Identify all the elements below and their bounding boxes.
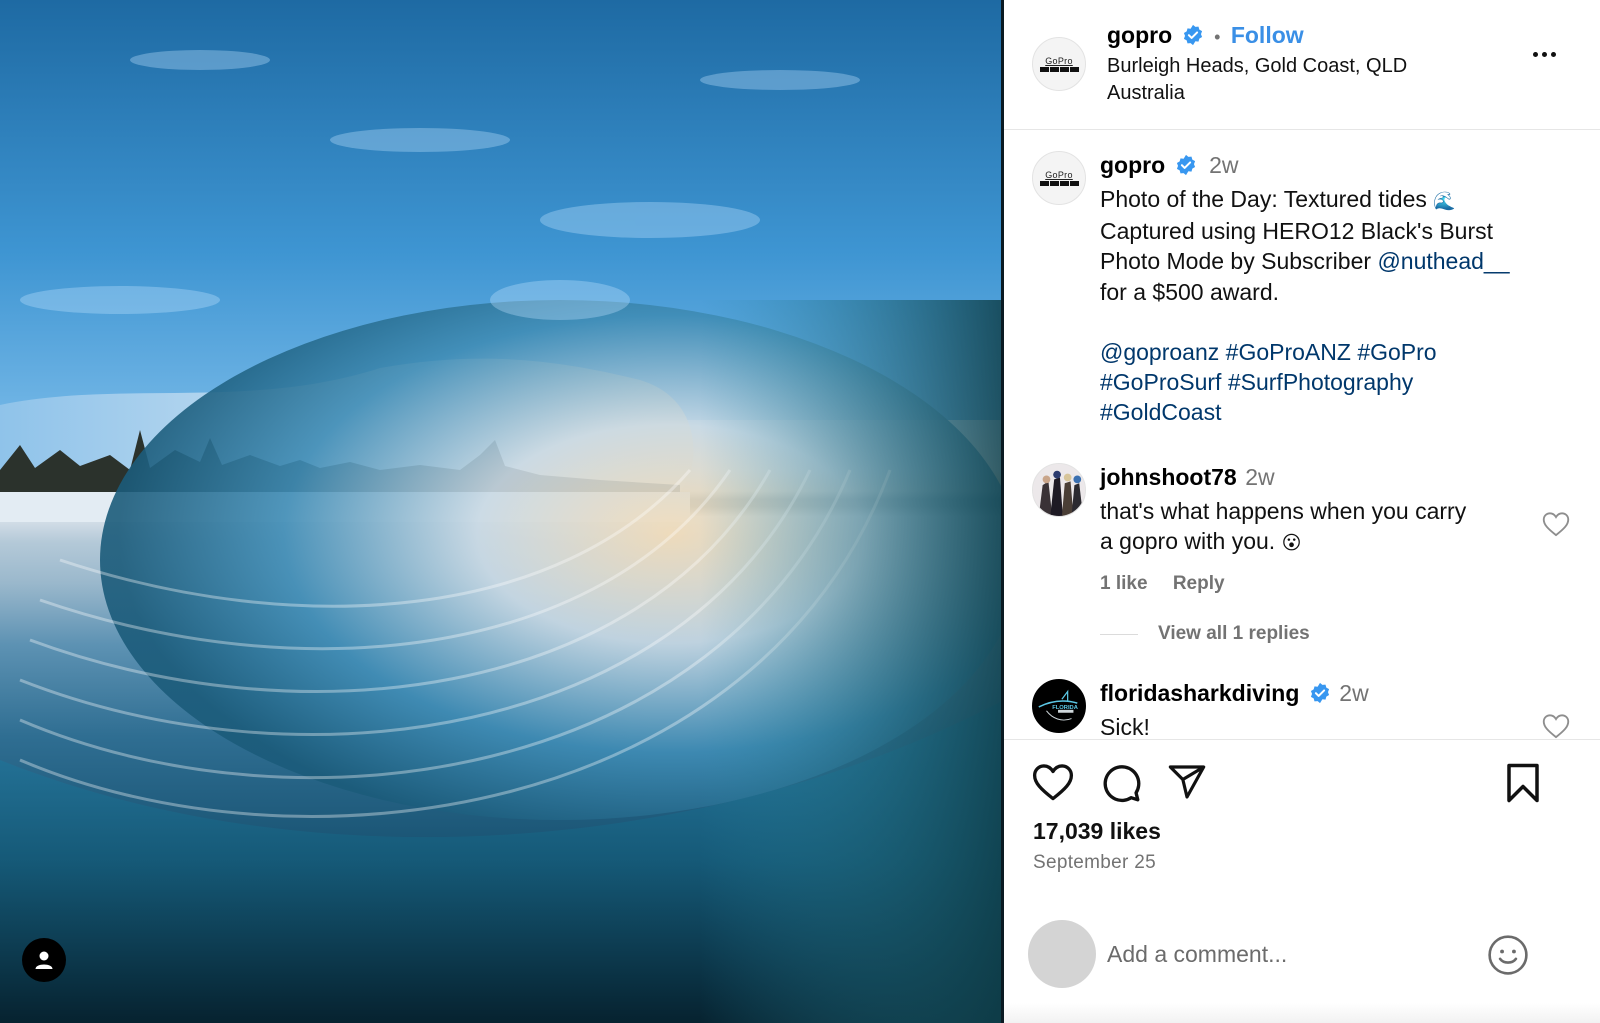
mention-goproanz[interactable]: @goproanz [1100, 339, 1219, 365]
view-replies-label: View all 1 replies [1158, 623, 1310, 645]
add-comment-input[interactable] [1107, 934, 1467, 974]
astonished-emoji: 😮 [1281, 533, 1302, 555]
comment-author[interactable]: floridasharkdiving [1100, 680, 1299, 706]
caption-author[interactable]: gopro [1100, 152, 1165, 178]
verified-badge-icon [1183, 24, 1202, 46]
hashtag-surfphotography[interactable]: #SurfPhotography [1228, 369, 1413, 395]
hashtag-goproanz[interactable]: #GoProANZ [1226, 339, 1351, 365]
hashtag-goldcoast[interactable]: #GoldCoast [1100, 399, 1221, 425]
comment-text-line-1: that's what happens when you carry [1100, 498, 1467, 524]
comment-icon[interactable] [1100, 762, 1142, 804]
author-avatar[interactable]: GoPro [1032, 37, 1086, 91]
heart-icon[interactable] [1032, 762, 1074, 802]
verified-badge-icon [1310, 682, 1329, 704]
post-actions [1032, 762, 1572, 808]
reply-button[interactable]: Reply [1173, 573, 1225, 594]
mention-nuthead[interactable]: @nuthead__ [1377, 248, 1509, 274]
verified-badge-icon [1176, 154, 1195, 176]
author-username[interactable]: gopro [1107, 22, 1172, 48]
comments-scroll-area[interactable]: GoPro gopro 2w Photo of the Day: Texture… [1004, 131, 1600, 740]
comment-time[interactable]: 2w [1245, 464, 1274, 490]
comment-likes-count[interactable]: 1 like [1100, 573, 1148, 594]
hashtag-goprosurf[interactable]: #GoProSurf [1100, 369, 1221, 395]
caption-line-2: Captured using HERO12 Black's Burst [1100, 218, 1494, 245]
view-replies-button[interactable]: View all 1 replies [1100, 623, 1520, 645]
caption-time[interactable]: 2w [1209, 152, 1238, 178]
post-date[interactable]: September 25 [1033, 852, 1156, 874]
follow-button[interactable]: Follow [1231, 22, 1304, 48]
like-comment-heart-icon[interactable] [1542, 511, 1570, 537]
replies-divider [1100, 633, 1138, 635]
location-country[interactable]: Australia [1107, 80, 1407, 107]
tagged-users-button[interactable] [22, 938, 66, 982]
post-details-panel: GoPro gopro • Follow Burleigh Heads, Gol… [1004, 0, 1600, 1023]
more-dot [1542, 52, 1547, 57]
panel-bottom-edge [1004, 1003, 1600, 1023]
comment-time[interactable]: 2w [1339, 680, 1368, 706]
location-link[interactable]: Burleigh Heads, Gold Coast, QLD [1107, 53, 1407, 80]
smiley-icon[interactable] [1487, 934, 1529, 976]
caption-line-1: Photo of the Day: Textured tides [1100, 186, 1427, 212]
like-comment-heart-icon[interactable] [1542, 713, 1570, 739]
more-dot [1551, 52, 1556, 57]
post-header: GoPro gopro • Follow Burleigh Heads, Gol… [1004, 0, 1600, 130]
wave-photo-art [0, 0, 1004, 1023]
current-user-avatar [1028, 920, 1096, 988]
gopro-logo-icon: GoPro [1039, 170, 1079, 186]
add-comment-bar [1004, 920, 1600, 990]
gopro-logo-icon: GoPro [1039, 56, 1079, 72]
separator-dot: • [1214, 27, 1221, 47]
comment-text: Sick! [1100, 714, 1150, 740]
comment: floridasharkdiving 2w Sick! [1100, 678, 1520, 740]
send-icon[interactable] [1167, 762, 1207, 802]
comment-text-line-2: a gopro with you. [1100, 528, 1276, 555]
post-image[interactable] [0, 0, 1004, 1023]
caption: gopro 2w Photo of the Day: Textured tide… [1100, 150, 1570, 427]
likes-count[interactable]: 17,039 likes [1033, 818, 1161, 845]
group-photo-avatar-icon [1033, 464, 1085, 516]
bookmark-icon[interactable] [1504, 762, 1542, 804]
comment-author[interactable]: johnshoot78 [1100, 464, 1237, 490]
comment-avatar-floridasharkdiving[interactable]: FLORIDA [1032, 679, 1086, 733]
user-icon [35, 951, 53, 969]
more-horizontal-icon [1533, 52, 1538, 57]
hashtag-gopro[interactable]: #GoPro [1357, 339, 1436, 365]
comment-avatar-johnshoot78[interactable] [1032, 463, 1086, 517]
wave-emoji: 🌊 [1433, 191, 1456, 211]
comment: johnshoot78 2w that's what happens when … [1100, 462, 1520, 645]
caption-author-avatar[interactable]: GoPro [1032, 151, 1086, 205]
shark-logo-icon: FLORIDA [1033, 680, 1085, 732]
caption-line-3: Photo Mode by Subscriber [1100, 248, 1378, 275]
more-options-button[interactable] [1533, 52, 1556, 57]
caption-line-4: for a $500 award. [1100, 278, 1280, 305]
